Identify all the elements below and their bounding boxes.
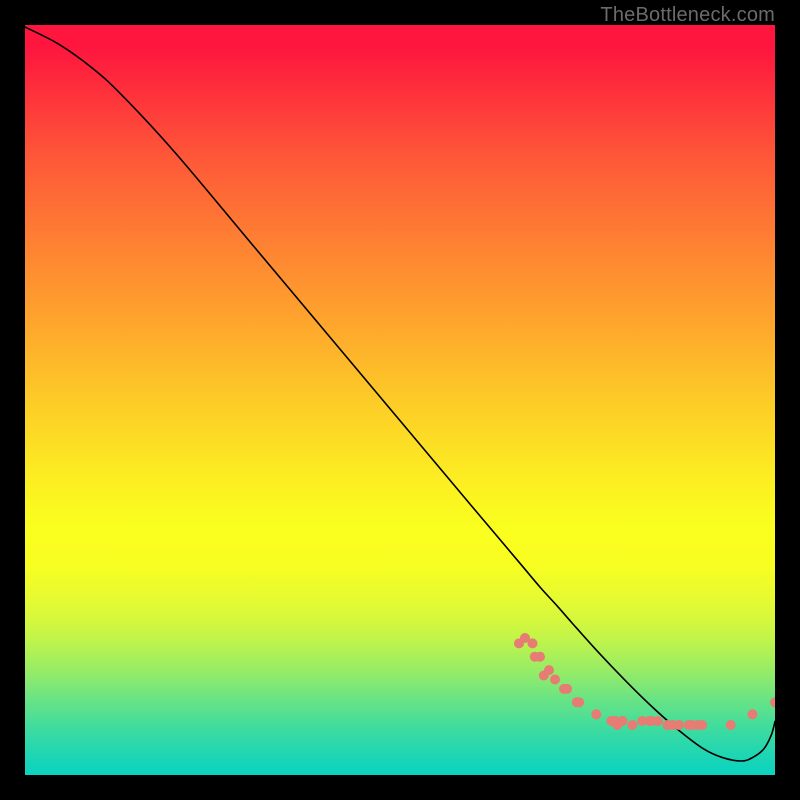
scatter-point (697, 720, 707, 730)
scatter-point (550, 675, 560, 685)
chart-svg (25, 25, 775, 775)
scatter-point (726, 720, 736, 730)
chart-scatter-points (514, 633, 775, 730)
scatter-point (544, 665, 554, 675)
scatter-point (618, 716, 628, 726)
scatter-point (574, 697, 584, 707)
scatter-point (562, 684, 572, 694)
scatter-point (674, 720, 684, 730)
scatter-point (528, 638, 538, 648)
scatter-point (653, 716, 663, 726)
scatter-point (627, 720, 637, 730)
scatter-point (535, 652, 545, 662)
chart-curve (25, 27, 775, 761)
scatter-point (748, 709, 758, 719)
scatter-point (770, 697, 775, 707)
chart-stage: TheBottleneck.com (0, 0, 800, 800)
watermark-text: TheBottleneck.com (600, 4, 775, 27)
scatter-point (591, 709, 601, 719)
